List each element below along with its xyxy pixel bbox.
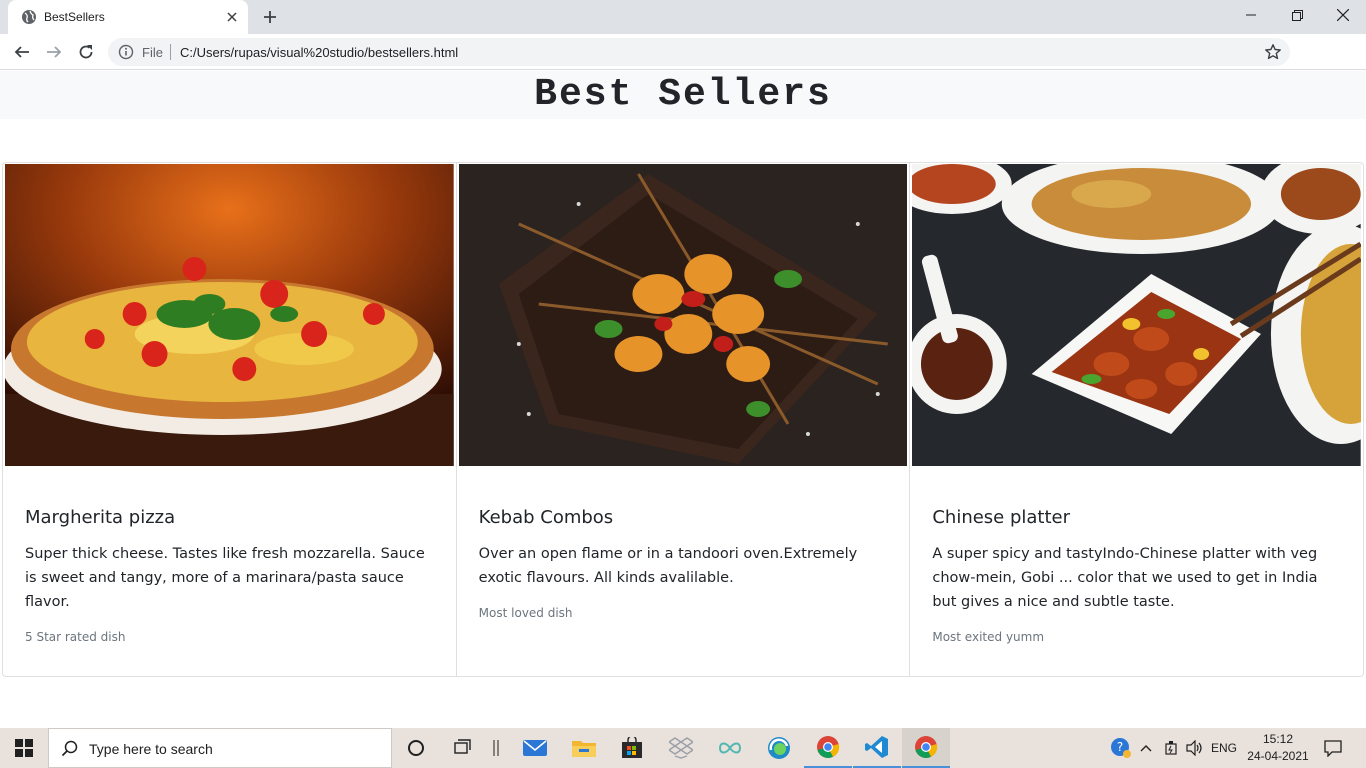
reload-icon[interactable] bbox=[72, 38, 100, 66]
chevron-up-icon[interactable] bbox=[1136, 728, 1156, 768]
taskbar-search-box[interactable]: Type here to search bbox=[48, 728, 392, 768]
restore-button[interactable] bbox=[1274, 0, 1320, 30]
card-body: Margherita pizza Super thick cheese. Tas… bbox=[25, 507, 438, 644]
notification-center-icon[interactable] bbox=[1318, 728, 1348, 768]
clock-date: 24-04-2021 bbox=[1247, 749, 1309, 763]
system-clock[interactable]: 15:12 24-04-2021 bbox=[1242, 731, 1314, 765]
minimize-button[interactable] bbox=[1228, 0, 1274, 30]
vscode-icon[interactable] bbox=[853, 728, 901, 768]
close-tab-icon[interactable] bbox=[222, 7, 242, 27]
chrome-icon[interactable] bbox=[804, 728, 852, 768]
infinity-app-icon[interactable] bbox=[706, 728, 754, 768]
card-margherita-pizza: Margherita pizza Super thick cheese. Tas… bbox=[3, 163, 457, 676]
new-tab-button[interactable] bbox=[258, 6, 282, 28]
card-text: A super spicy and tastyIndo-Chinese plat… bbox=[932, 546, 1318, 610]
file-explorer-icon[interactable] bbox=[560, 728, 608, 768]
card-group: Margherita pizza Super thick cheese. Tas… bbox=[2, 162, 1364, 677]
cortana-icon[interactable] bbox=[392, 728, 440, 768]
card-title: Kebab Combos bbox=[478, 507, 614, 528]
forward-arrow-icon[interactable] bbox=[40, 38, 68, 66]
card-note: 5 Star rated dish bbox=[25, 630, 126, 644]
card-body: Chinese platter A super spicy and tastyI… bbox=[932, 507, 1345, 644]
volume-icon[interactable] bbox=[1184, 728, 1206, 768]
card-note: Most exited yumm bbox=[932, 630, 1045, 644]
close-window-button[interactable] bbox=[1320, 0, 1366, 30]
info-icon[interactable] bbox=[118, 44, 134, 60]
card-chinese-platter: Chinese platter A super spicy and tastyI… bbox=[910, 163, 1363, 676]
tab-title: BestSellers bbox=[44, 10, 105, 24]
clock-time: 15:12 bbox=[1262, 732, 1294, 746]
pizza-image bbox=[5, 164, 454, 466]
dropbox-icon[interactable] bbox=[657, 728, 705, 768]
search-icon bbox=[61, 740, 79, 758]
page-title: Best Sellers bbox=[534, 73, 832, 116]
url-scheme-label: File bbox=[142, 45, 163, 60]
battery-icon[interactable] bbox=[1160, 728, 1182, 768]
edge-browser-icon[interactable] bbox=[755, 728, 803, 768]
language-indicator[interactable]: ENG bbox=[1208, 728, 1240, 768]
browser-toolbar: File C:/Users/rupas/visual%20studio/best… bbox=[0, 34, 1366, 97]
windows-start-icon[interactable] bbox=[0, 728, 48, 768]
back-arrow-icon[interactable] bbox=[8, 38, 36, 66]
bookmark-star-icon[interactable] bbox=[1264, 43, 1282, 61]
help-tray-icon[interactable]: ? bbox=[1108, 728, 1134, 768]
card-note: Most loved dish bbox=[478, 606, 573, 620]
heading-bar: Best Sellers bbox=[0, 71, 1366, 119]
windows-taskbar: Type here to search ? ENG 15:12 24-04-20… bbox=[0, 728, 1366, 768]
browser-tab-strip: BestSellers bbox=[0, 0, 1366, 34]
svg-text:?: ? bbox=[1117, 740, 1123, 754]
card-kebab-combos: Kebab Combos Over an open flame or in a … bbox=[457, 163, 911, 676]
search-placeholder: Type here to search bbox=[89, 741, 213, 757]
card-title: Margherita pizza bbox=[25, 507, 176, 528]
page-content: Best Sellers Margherita pizza Super thic… bbox=[0, 71, 1366, 728]
omnibox-divider bbox=[170, 44, 171, 60]
chrome-active-window-icon[interactable] bbox=[902, 728, 950, 768]
store-icon[interactable] bbox=[608, 728, 656, 768]
card-title: Chinese platter bbox=[932, 507, 1071, 528]
globe-icon bbox=[21, 9, 37, 25]
mail-icon[interactable] bbox=[511, 728, 559, 768]
card-text: Over an open flame or in a tandoori oven… bbox=[478, 546, 858, 586]
kebab-image bbox=[458, 164, 908, 466]
address-bar[interactable]: File C:/Users/rupas/visual%20studio/best… bbox=[108, 38, 1290, 66]
card-body: Kebab Combos Over an open flame or in a … bbox=[479, 507, 892, 620]
url-text[interactable]: C:/Users/rupas/visual%20studio/bestselle… bbox=[180, 45, 458, 60]
card-text: Super thick cheese. Tastes like fresh mo… bbox=[25, 546, 425, 610]
browser-tab[interactable]: BestSellers bbox=[8, 0, 248, 34]
chinese-platter-image bbox=[912, 164, 1362, 466]
